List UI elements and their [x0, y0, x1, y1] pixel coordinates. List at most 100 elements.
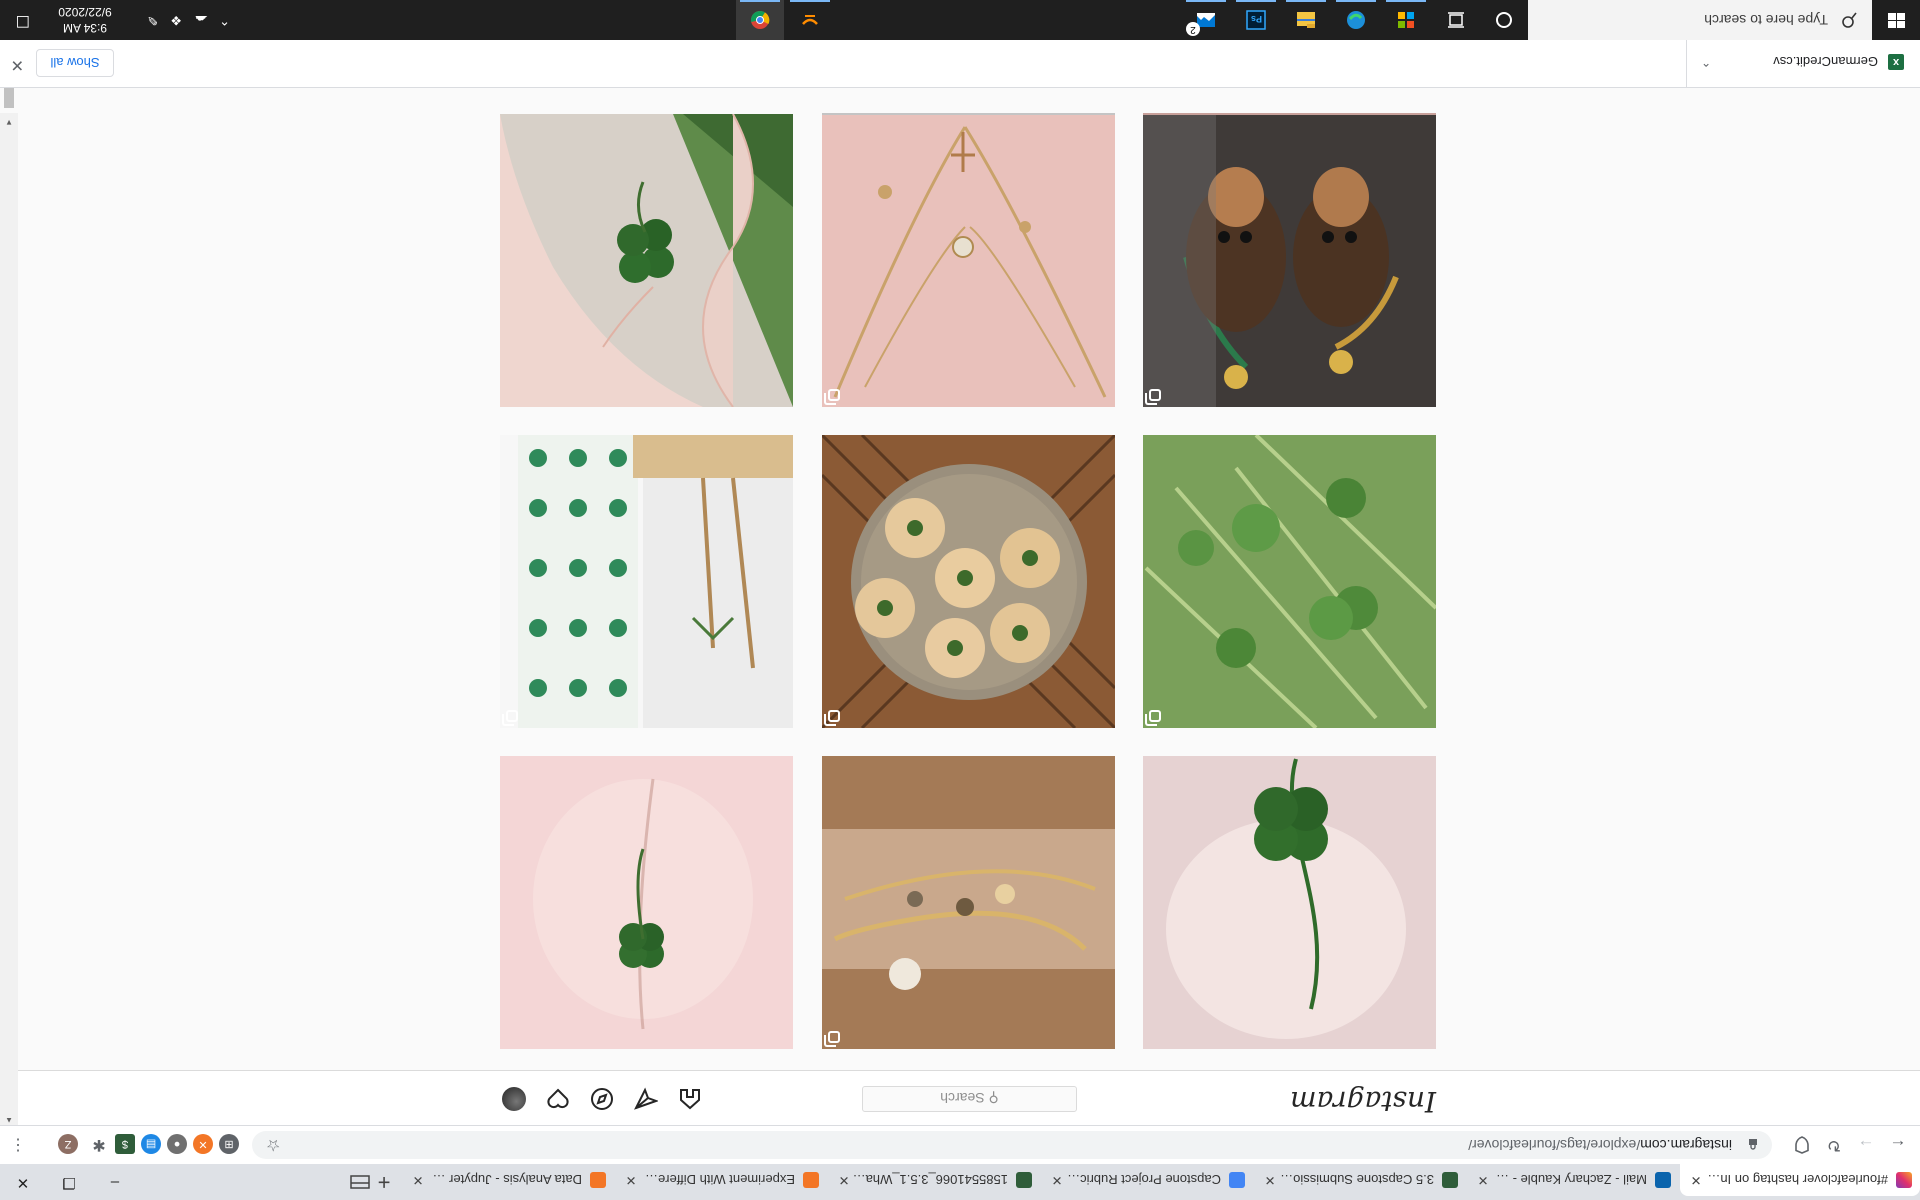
- tab-instagram[interactable]: #fourleafclover hashtag on Insta ✕: [1680, 1164, 1920, 1196]
- close-tab-icon[interactable]: ✕: [410, 1172, 426, 1188]
- post-thumbnail[interactable]: [822, 756, 1115, 1049]
- carousel-icon: [828, 710, 840, 722]
- close-tab-icon[interactable]: ✕: [623, 1172, 639, 1188]
- carousel-icon: [1149, 389, 1161, 401]
- action-center-icon[interactable]: ☐: [16, 0, 30, 40]
- post-thumbnail[interactable]: [1143, 756, 1436, 1049]
- taskbar-search-box[interactable]: Type here to search: [1528, 0, 1872, 40]
- reload-icon[interactable]: ↻: [1822, 1133, 1846, 1157]
- screen: #fourleafclover hashtag on Insta ✕ Mail …: [0, 0, 1920, 1200]
- scroll-up-arrow[interactable]: ▲: [0, 1111, 18, 1125]
- svg-text:Ps: Ps: [1251, 14, 1262, 24]
- minimize-icon[interactable]: –: [92, 1164, 138, 1200]
- back-icon[interactable]: ←: [1886, 1133, 1910, 1157]
- windows-start-icon[interactable]: [1872, 0, 1920, 40]
- tab-title: Mail - Zachary Kauble - Outlook: [1491, 1172, 1647, 1188]
- tab-outlook[interactable]: Mail - Zachary Kauble - Outlook ✕: [1467, 1164, 1679, 1196]
- cortana-icon[interactable]: [1480, 0, 1528, 40]
- browser-toolbar: ← → ↻ instagram.com/explore/tags/fourlea…: [0, 1125, 1920, 1164]
- page-scrollbar[interactable]: ▲ ▼: [0, 86, 18, 1125]
- carousel-icon: [828, 389, 840, 401]
- task-view-icon[interactable]: [1432, 0, 1480, 40]
- url-host: instagram.com: [1640, 1137, 1732, 1153]
- chrome-icon[interactable]: [736, 0, 784, 40]
- chevron-up-icon[interactable]: ⌃: [1701, 55, 1711, 69]
- file-explorer-icon[interactable]: [1282, 0, 1330, 40]
- taskbar: Type here to search Ps 2 ⌃ ☁ ❖ ✎ 9:34 AM…: [0, 0, 1920, 40]
- extensions-puzzle-icon[interactable]: ✱: [89, 1134, 109, 1154]
- instagram-logo[interactable]: Instagram: [1290, 1085, 1436, 1118]
- profile-avatar[interactable]: [502, 1087, 526, 1111]
- menu-dots-icon[interactable]: ⋮: [8, 1134, 28, 1154]
- explore-compass-icon[interactable]: [590, 1087, 614, 1111]
- close-downloads-icon[interactable]: ✕: [11, 55, 24, 75]
- instagram-page: Instagram ⚲ Search: [18, 113, 1920, 1125]
- jupyter-icon: [803, 1172, 819, 1188]
- dropbox-icon[interactable]: ❖: [170, 0, 182, 40]
- tab-title: Experiment With Different Mode: [639, 1172, 795, 1188]
- home-icon[interactable]: [678, 1087, 702, 1111]
- post-thumbnail[interactable]: [822, 435, 1115, 728]
- extension-icon[interactable]: ⊞: [219, 1134, 239, 1154]
- tab-title: 1585541066_3.5.1_What_Data_to: [852, 1172, 1008, 1188]
- tab-capstone-rubric[interactable]: Capstone Project Rubric Data Co ✕: [1041, 1164, 1253, 1196]
- restore-icon[interactable]: ❐: [46, 1164, 92, 1200]
- edge-icon[interactable]: [1332, 0, 1380, 40]
- search-icon: [1840, 6, 1858, 29]
- carousel-icon: [1149, 710, 1161, 722]
- forward-icon[interactable]: →: [1854, 1133, 1878, 1157]
- post-thumbnail[interactable]: [500, 756, 793, 1049]
- new-tab-icon[interactable]: +: [370, 1170, 398, 1195]
- post-thumbnail[interactable]: [1143, 435, 1436, 728]
- instagram-icon: [1896, 1172, 1912, 1188]
- close-tab-icon[interactable]: ✕: [1688, 1172, 1704, 1188]
- post-thumbnail[interactable]: [1143, 114, 1436, 407]
- close-tab-icon[interactable]: ✕: [1262, 1172, 1278, 1188]
- extension-icon[interactable]: ●: [167, 1134, 187, 1154]
- extension-icon[interactable]: ✕: [193, 1134, 213, 1154]
- onedrive-icon[interactable]: ☁: [195, 0, 208, 40]
- direct-message-icon[interactable]: [634, 1087, 659, 1111]
- show-hidden-icons-icon[interactable]: ⌃: [219, 0, 230, 40]
- photos-icon[interactable]: 2: [1182, 0, 1230, 40]
- profile-avatar[interactable]: Z: [58, 1134, 78, 1154]
- app-icon[interactable]: [786, 0, 834, 40]
- download-item[interactable]: x GermanCredit.csv ⌃: [1686, 37, 1920, 87]
- post-image: [500, 114, 793, 407]
- jupyter-icon: [590, 1172, 606, 1188]
- shield-icon[interactable]: [1790, 1133, 1814, 1157]
- extension-icon[interactable]: $: [115, 1134, 135, 1154]
- microsoft-store-icon[interactable]: [1382, 0, 1430, 40]
- downloads-bar: x GermanCredit.csv ⌃ Show all ✕: [0, 37, 1920, 88]
- address-bar[interactable]: instagram.com/explore/tags/fourleafclove…: [252, 1131, 1772, 1159]
- carousel-icon: [506, 710, 518, 722]
- photoshop-icon[interactable]: Ps: [1232, 0, 1280, 40]
- scroll-down-arrow[interactable]: ▼: [0, 113, 18, 127]
- close-tab-icon[interactable]: ✕: [1049, 1172, 1065, 1188]
- pen-icon[interactable]: ✎: [147, 0, 158, 40]
- post-thumbnail[interactable]: [822, 114, 1115, 407]
- post-image: [500, 756, 793, 1049]
- tab-data-analysis[interactable]: Data Analysis - Jupyter Notebo ✕: [402, 1164, 614, 1196]
- clock-date: 9/22/2020: [58, 5, 112, 19]
- bookmark-star-icon[interactable]: ☆: [266, 1135, 280, 1155]
- close-window-icon[interactable]: ✕: [0, 1164, 46, 1200]
- close-tab-icon[interactable]: ✕: [836, 1172, 852, 1188]
- close-tab-icon[interactable]: ✕: [1475, 1172, 1491, 1188]
- post-thumbnail[interactable]: [500, 114, 793, 407]
- taskbar-search-placeholder: Type here to search: [1704, 12, 1828, 28]
- tab-search-icon[interactable]: [346, 1172, 372, 1192]
- springboard-icon: [1016, 1172, 1032, 1188]
- extension-icon[interactable]: ▤: [141, 1134, 161, 1154]
- taskbar-clock[interactable]: 9:34 AM 9/22/2020: [45, 4, 125, 36]
- post-image: [822, 114, 1115, 407]
- show-all-button[interactable]: Show all: [36, 49, 114, 77]
- activity-heart-icon[interactable]: [546, 1087, 570, 1111]
- tab-capstone-submission[interactable]: 3.5 Capstone Submission - Sprin ✕: [1254, 1164, 1466, 1196]
- search-input[interactable]: ⚲ Search: [862, 1086, 1077, 1112]
- tab-title: 3.5 Capstone Submission - Sprin: [1278, 1172, 1434, 1188]
- scrollbar-thumb[interactable]: [4, 86, 14, 108]
- post-thumbnail[interactable]: [500, 435, 793, 728]
- tab-experiment[interactable]: Experiment With Different Mode ✕: [615, 1164, 827, 1196]
- tab-what-data[interactable]: 1585541066_3.5.1_What_Data_to ✕: [828, 1164, 1040, 1196]
